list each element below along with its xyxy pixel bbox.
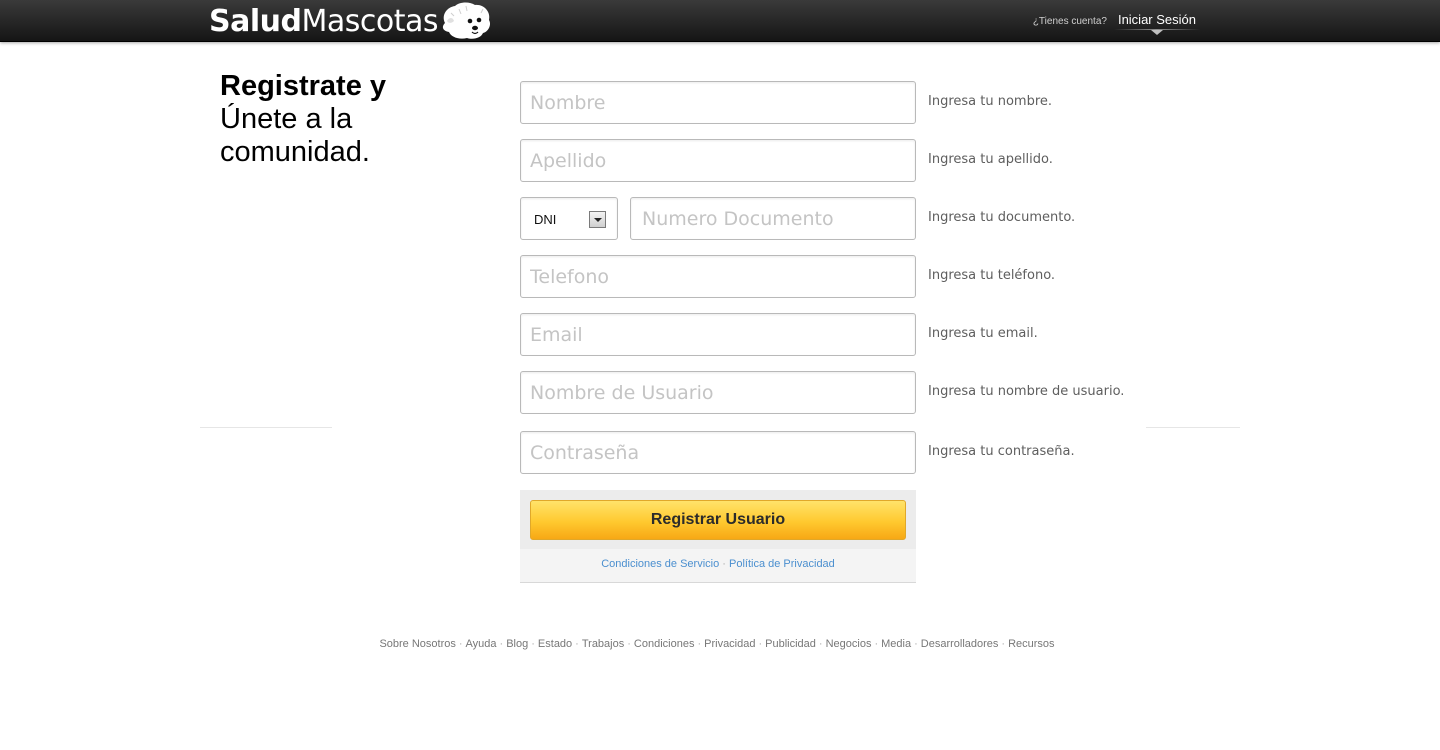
footer-separator: · (818, 638, 823, 650)
email-hint: Ingresa tu email. (928, 326, 1038, 341)
footer-link-media[interactable]: Media (881, 638, 911, 650)
footer-link-recursos[interactable]: Recursos (1008, 638, 1054, 650)
footer-link-privacidad[interactable]: Privacidad (704, 638, 755, 650)
document-type-value: DNI (534, 212, 557, 227)
register-user-button[interactable]: Registrar Usuario (530, 500, 906, 540)
last-name-hint: Ingresa tu apellido. (928, 152, 1053, 167)
password-input[interactable] (521, 432, 915, 473)
caret-down-icon (1150, 30, 1163, 35)
last-name-input[interactable] (521, 140, 915, 181)
first-name-field[interactable] (520, 81, 916, 124)
document-number-field[interactable] (630, 197, 916, 240)
have-account-text: ¿Tienes cuenta? (1032, 16, 1107, 27)
phone-hint: Ingresa tu teléfono. (928, 268, 1056, 283)
login-link[interactable]: Iniciar Sesión (1113, 12, 1200, 35)
footer-link-estado[interactable]: Estado (538, 638, 572, 650)
footer-link-publicidad[interactable]: Publicidad (765, 638, 816, 650)
login-link-label: Iniciar Sesión (1117, 12, 1196, 27)
phone-input[interactable] (521, 256, 915, 297)
footer-separator: · (874, 638, 879, 650)
site-logo[interactable]: Salud Mascotas (209, 2, 493, 39)
footer-link-ayuda[interactable]: Ayuda (466, 638, 497, 650)
username-hint: Ingresa tu nombre de usuario. (928, 384, 1125, 399)
footer-separator: · (458, 638, 463, 650)
last-name-field[interactable] (520, 139, 916, 182)
email-input[interactable] (521, 314, 915, 355)
footer-link-condiciones[interactable]: Condiciones (634, 638, 695, 650)
document-type-select[interactable]: DNI (520, 197, 618, 240)
logo-text-light: Mascotas (301, 3, 438, 39)
email-field[interactable] (520, 313, 916, 356)
footer-separator: · (499, 638, 504, 650)
document-number-input[interactable] (631, 198, 915, 239)
right-divider (1146, 427, 1240, 428)
password-hint: Ingresa tu contraseña. (928, 444, 1075, 459)
document-hint: Ingresa tu documento. (928, 210, 1076, 225)
footer-separator: · (1001, 638, 1006, 650)
footer-separator: · (914, 638, 918, 650)
footer-link-desarrolladores[interactable]: Desarrolladores (921, 638, 999, 650)
legal-links: Condiciones de Servicio · Política de Pr… (520, 558, 916, 570)
footer-separator: · (697, 638, 702, 650)
password-field[interactable] (520, 431, 916, 474)
terms-of-service-link[interactable]: Condiciones de Servicio (601, 558, 719, 570)
legal-separator: · (722, 558, 730, 570)
footer-separator: · (758, 638, 763, 650)
logo-text-bold: Salud (209, 3, 302, 39)
dropdown-arrow-icon[interactable] (589, 211, 606, 228)
first-name-input[interactable] (521, 82, 915, 123)
first-name-hint: Ingresa tu nombre. (928, 94, 1053, 109)
heading-line-bold: Registrate y (220, 70, 387, 102)
phone-field[interactable] (520, 255, 916, 298)
footer-link-sobre-nosotros[interactable]: Sobre Nosotros (379, 638, 455, 650)
login-area: ¿Tienes cuenta? Iniciar Sesión (1032, 12, 1200, 35)
footer-separator: · (531, 638, 535, 650)
footer-separator: · (575, 638, 579, 650)
submit-panel: Registrar Usuario Condiciones de Servici… (520, 490, 916, 583)
dog-logo-icon (442, 2, 491, 39)
privacy-policy-link[interactable]: Política de Privacidad (729, 558, 835, 570)
footer-link-trabajos[interactable]: Trabajos (582, 638, 624, 650)
username-field[interactable] (520, 371, 916, 414)
username-input[interactable] (521, 372, 915, 413)
footer-separator: · (627, 638, 631, 650)
footer-link-blog[interactable]: Blog (506, 638, 528, 650)
heading-line-regular: Únete a la comunidad. (220, 103, 370, 168)
footer-links: Sobre Nosotros · Ayuda · Blog · Estado · Trabajo… (0, 638, 1434, 650)
left-divider (200, 427, 332, 428)
top-navbar: Salud Mascotas ¿Tienes cuenta? Iniciar S… (0, 0, 1440, 42)
footer-link-negocios[interactable]: Negocios (826, 638, 872, 650)
page-heading: Registrate y Únete a la comunidad. (220, 70, 480, 169)
